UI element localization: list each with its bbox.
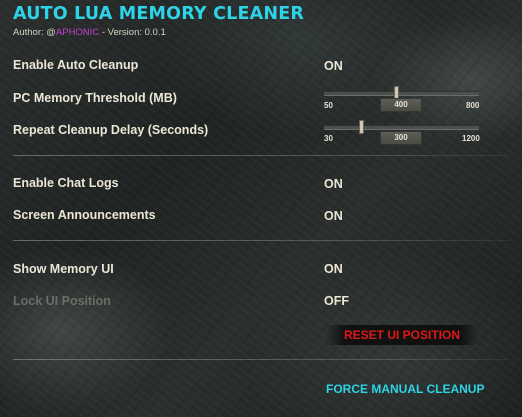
author-name: APHONIC xyxy=(55,27,100,38)
section-divider xyxy=(13,359,509,360)
repeat-cleanup-delay-value[interactable]: 300 xyxy=(380,131,422,145)
author-prefix: Author: @ xyxy=(13,27,56,38)
lock-ui-position-toggle[interactable]: OFF xyxy=(324,294,349,308)
repeat-cleanup-delay-label: Repeat Cleanup Delay (Seconds) xyxy=(13,123,209,137)
screen-announcements-toggle[interactable]: ON xyxy=(324,209,343,223)
reset-ui-position-button[interactable]: RESET UI POSITION xyxy=(326,325,478,345)
repeat-cleanup-delay-min: 30 xyxy=(324,134,333,143)
enable-chat-logs-toggle[interactable]: ON xyxy=(324,177,343,191)
enable-auto-cleanup-label: Enable Auto Cleanup xyxy=(13,58,139,72)
section-divider xyxy=(13,155,509,156)
addon-title: AUTO LUA MEMORY CLEANER xyxy=(13,4,305,24)
pc-memory-threshold-min: 50 xyxy=(324,101,333,110)
lock-ui-position-label: Lock UI Position xyxy=(13,294,111,308)
force-manual-cleanup-button[interactable]: FORCE MANUAL CLEANUP xyxy=(326,381,484,397)
show-memory-ui-toggle[interactable]: ON xyxy=(324,262,343,276)
version-text: - Version: 0.0.1 xyxy=(99,27,166,38)
repeat-cleanup-delay-slider[interactable] xyxy=(324,120,479,134)
pc-memory-threshold-slider[interactable] xyxy=(324,86,479,100)
repeat-cleanup-delay-slider-thumb[interactable] xyxy=(359,120,364,134)
addon-subtitle: Author: @APHONIC - Version: 0.0.1 xyxy=(13,27,166,38)
enable-auto-cleanup-toggle[interactable]: ON xyxy=(324,59,343,73)
show-memory-ui-label: Show Memory UI xyxy=(13,262,114,276)
repeat-cleanup-delay-max: 1200 xyxy=(462,134,480,143)
pc-memory-threshold-value[interactable]: 400 xyxy=(380,98,422,112)
section-divider xyxy=(13,240,509,241)
pc-memory-threshold-max: 800 xyxy=(466,101,480,110)
enable-chat-logs-label: Enable Chat Logs xyxy=(13,176,119,190)
pc-memory-threshold-label: PC Memory Threshold (MB) xyxy=(13,91,177,105)
screen-announcements-label: Screen Announcements xyxy=(13,208,156,222)
